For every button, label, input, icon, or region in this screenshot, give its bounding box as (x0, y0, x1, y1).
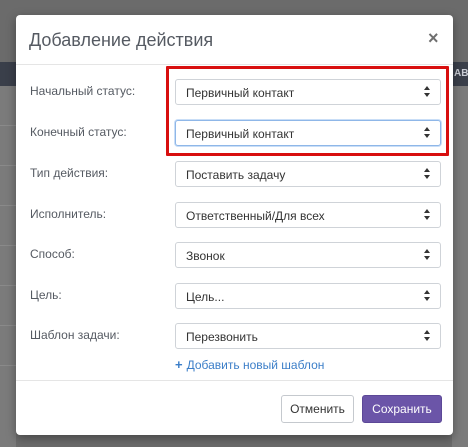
form-row-assignee: Исполнитель: Ответственный/Для всех (16, 202, 453, 228)
form-row-end-status: Конечный статус: Первичный контакт (16, 120, 453, 146)
form-row-action-type: Тип действия: Поставить задачу (16, 161, 453, 187)
end-status-value: Первичный контакт (186, 127, 295, 141)
task-template-value: Перезвонить (186, 330, 258, 344)
form-row-method: Способ: Звонок (16, 242, 453, 268)
form-row-start-status: Начальный статус: Первичный контакт (16, 79, 453, 105)
background-row-divider (0, 205, 16, 206)
start-status-select[interactable]: Первичный контакт (175, 79, 441, 105)
goal-select[interactable]: Цель... (175, 283, 441, 309)
assignee-label: Исполнитель: (30, 207, 107, 221)
assignee-select[interactable]: Ответственный/Для всех (175, 202, 441, 228)
select-arrows-icon (424, 86, 431, 99)
modal-footer: Отменить Сохранить (16, 380, 453, 435)
plus-icon: + (175, 357, 183, 372)
method-label: Способ: (30, 247, 75, 261)
background-page-right: АВ (452, 62, 468, 447)
method-value: Звонок (186, 249, 225, 263)
select-arrows-icon (424, 290, 431, 303)
action-type-select[interactable]: Поставить задачу (175, 161, 441, 187)
start-status-value: Первичный контакт (186, 86, 295, 100)
select-arrows-icon (424, 209, 431, 222)
select-arrows-icon (424, 249, 431, 262)
add-action-modal: Добавление действия × Начальный статус: … (16, 15, 453, 435)
background-row-divider (0, 125, 16, 126)
background-row-divider (0, 365, 16, 366)
form-row-goal: Цель: Цель... (16, 283, 453, 309)
background-header-band: АВ (452, 62, 468, 86)
background-row-divider (0, 165, 16, 166)
modal-header: Добавление действия × (16, 15, 453, 65)
modal-title: Добавление действия (29, 30, 214, 50)
method-select[interactable]: Звонок (175, 242, 441, 268)
action-type-value: Поставить задачу (186, 168, 286, 182)
start-status-label: Начальный статус: (30, 84, 136, 98)
background-header-text: АВ (454, 68, 468, 79)
close-icon[interactable]: × (428, 29, 439, 47)
add-template-label: Добавить новый шаблон (186, 358, 325, 372)
goal-value: Цель... (186, 290, 225, 304)
assignee-value: Ответственный/Для всех (186, 209, 325, 223)
background-row-divider (0, 325, 16, 326)
save-button[interactable]: Сохранить (362, 395, 442, 423)
end-status-label: Конечный статус: (30, 125, 127, 139)
background-page-left (0, 62, 16, 447)
end-status-select[interactable]: Первичный контакт (175, 120, 441, 146)
cancel-button[interactable]: Отменить (281, 395, 354, 423)
task-template-label: Шаблон задачи: (30, 328, 120, 342)
add-template-link[interactable]: + Добавить новый шаблон (175, 357, 324, 372)
background-row-divider (0, 245, 16, 246)
action-type-label: Тип действия: (30, 166, 109, 180)
select-arrows-icon (424, 168, 431, 181)
background-row-divider (0, 285, 16, 286)
background-header-band (0, 62, 16, 86)
form-row-task-template: Шаблон задачи: Перезвонить (16, 323, 453, 349)
goal-label: Цель: (30, 288, 62, 302)
task-template-select[interactable]: Перезвонить (175, 323, 441, 349)
select-arrows-icon (424, 330, 431, 343)
select-arrows-icon (424, 127, 431, 140)
